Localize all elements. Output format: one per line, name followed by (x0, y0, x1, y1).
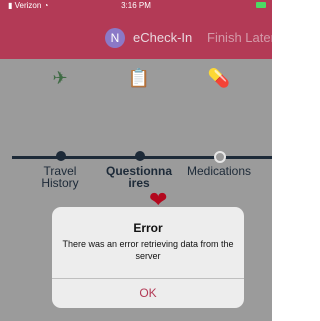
battery-icon (256, 2, 266, 8)
step-label-line: Medications (186, 164, 252, 178)
airplane-icon: ✈ (52, 68, 68, 88)
step-label-travel[interactable]: Travel History (20, 165, 100, 189)
dialog-title: Error (133, 221, 163, 235)
status-time: 3:16 PM (121, 1, 151, 10)
status-bar: ▮ Verizon ◔ 3:16 PM (0, 0, 272, 12)
step-label-line: ires (128, 176, 150, 190)
ok-button[interactable]: OK (52, 279, 244, 308)
step-label-line: History (41, 176, 79, 190)
error-dialog: Error There was an error retrieving data… (52, 207, 244, 308)
dialog-message: There was an error retrieving data from … (62, 239, 234, 261)
step-node-travel (56, 151, 66, 161)
step-node-medications (214, 151, 226, 163)
finish-later-button[interactable]: Finish Later (207, 30, 272, 45)
step-node-questionnaires (135, 151, 145, 161)
pills-icon: 💊 (207, 68, 231, 88)
progress-steps: ✈ 📋 💊 Travel History Questionna ires Med… (0, 59, 272, 199)
page-title: eCheck-In (133, 30, 193, 45)
avatar: N (105, 28, 125, 48)
screen: ▮ Verizon ◔ 3:16 PM N eCheck-In Finish L… (0, 0, 272, 321)
clipboard-icon: 📋 (127, 68, 151, 88)
step-label-medications[interactable]: Medications (179, 165, 259, 177)
step-label-questionnaires[interactable]: Questionna ires (99, 165, 179, 189)
